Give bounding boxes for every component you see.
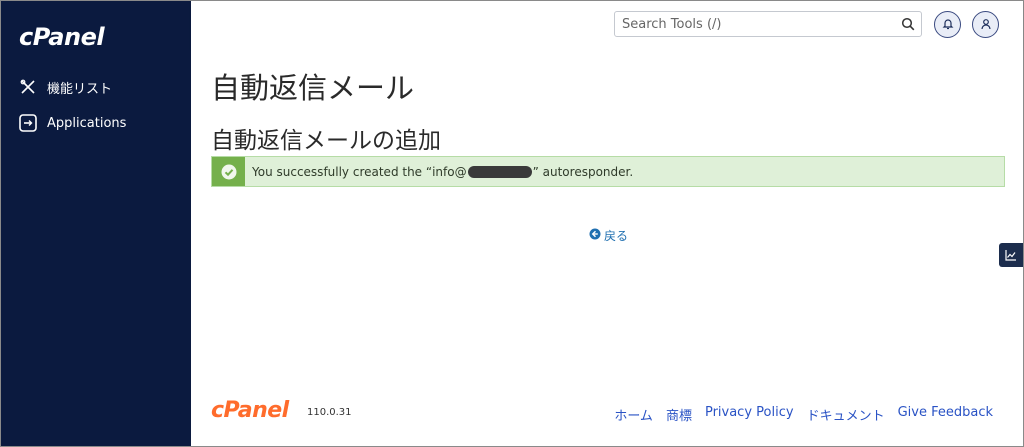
footer-link-home[interactable]: ホーム: [614, 405, 653, 424]
alert-message-prefix: You successfully created the “info@: [252, 164, 467, 179]
footer-link-give-feedback[interactable]: Give Feedback: [898, 405, 993, 424]
sidebar-item-label: Applications: [47, 115, 127, 131]
search-box: [614, 11, 922, 37]
chart-icon: [1005, 246, 1017, 265]
bell-icon: [942, 15, 954, 34]
main-content: 自動返信メール 自動返信メールの追加 You successfully crea…: [191, 49, 1023, 446]
page-title: 自動返信メール: [211, 71, 415, 105]
arrow-left-circle-icon: [589, 228, 601, 243]
applications-icon: [19, 114, 37, 132]
notifications-button[interactable]: [934, 11, 961, 38]
version-number: 110.0.31: [307, 407, 352, 418]
back-link[interactable]: 戻る: [589, 227, 628, 244]
alert-message-suffix: ” autoresponder.: [532, 164, 634, 179]
section-title: 自動返信メールの追加: [211, 128, 441, 154]
check-circle-icon: [212, 157, 245, 186]
user-menu-button[interactable]: [972, 11, 999, 38]
sidebar-item-applications[interactable]: Applications: [19, 111, 126, 135]
footer-link-documentation[interactable]: ドキュメント: [807, 405, 885, 424]
search-input[interactable]: [615, 13, 890, 35]
footer-link-trademarks[interactable]: 商標: [666, 405, 692, 424]
footer-link-privacy-policy[interactable]: Privacy Policy: [705, 405, 794, 424]
success-alert: You successfully created the “info@ ” au…: [211, 156, 1005, 187]
sidebar-item-tools[interactable]: 機能リスト: [19, 75, 112, 99]
back-link-label: 戻る: [604, 229, 629, 243]
sidebar: cPanel 機能リスト Applications: [1, 1, 191, 446]
user-icon: [980, 15, 992, 34]
search-icon[interactable]: [901, 16, 915, 35]
alert-message: You successfully created the “info@ ” au…: [245, 165, 633, 179]
tools-icon: [19, 78, 37, 96]
footer-cpanel-logo: cPanel: [211, 398, 289, 423]
cpanel-logo[interactable]: cPanel: [19, 23, 105, 51]
top-header: [191, 1, 1023, 49]
stats-toggle-button[interactable]: [999, 243, 1023, 267]
footer-links: ホーム 商標 Privacy Policy ドキュメント Give Feedba…: [614, 405, 993, 424]
redacted-domain: [467, 165, 532, 178]
sidebar-item-label: 機能リスト: [47, 81, 113, 97]
